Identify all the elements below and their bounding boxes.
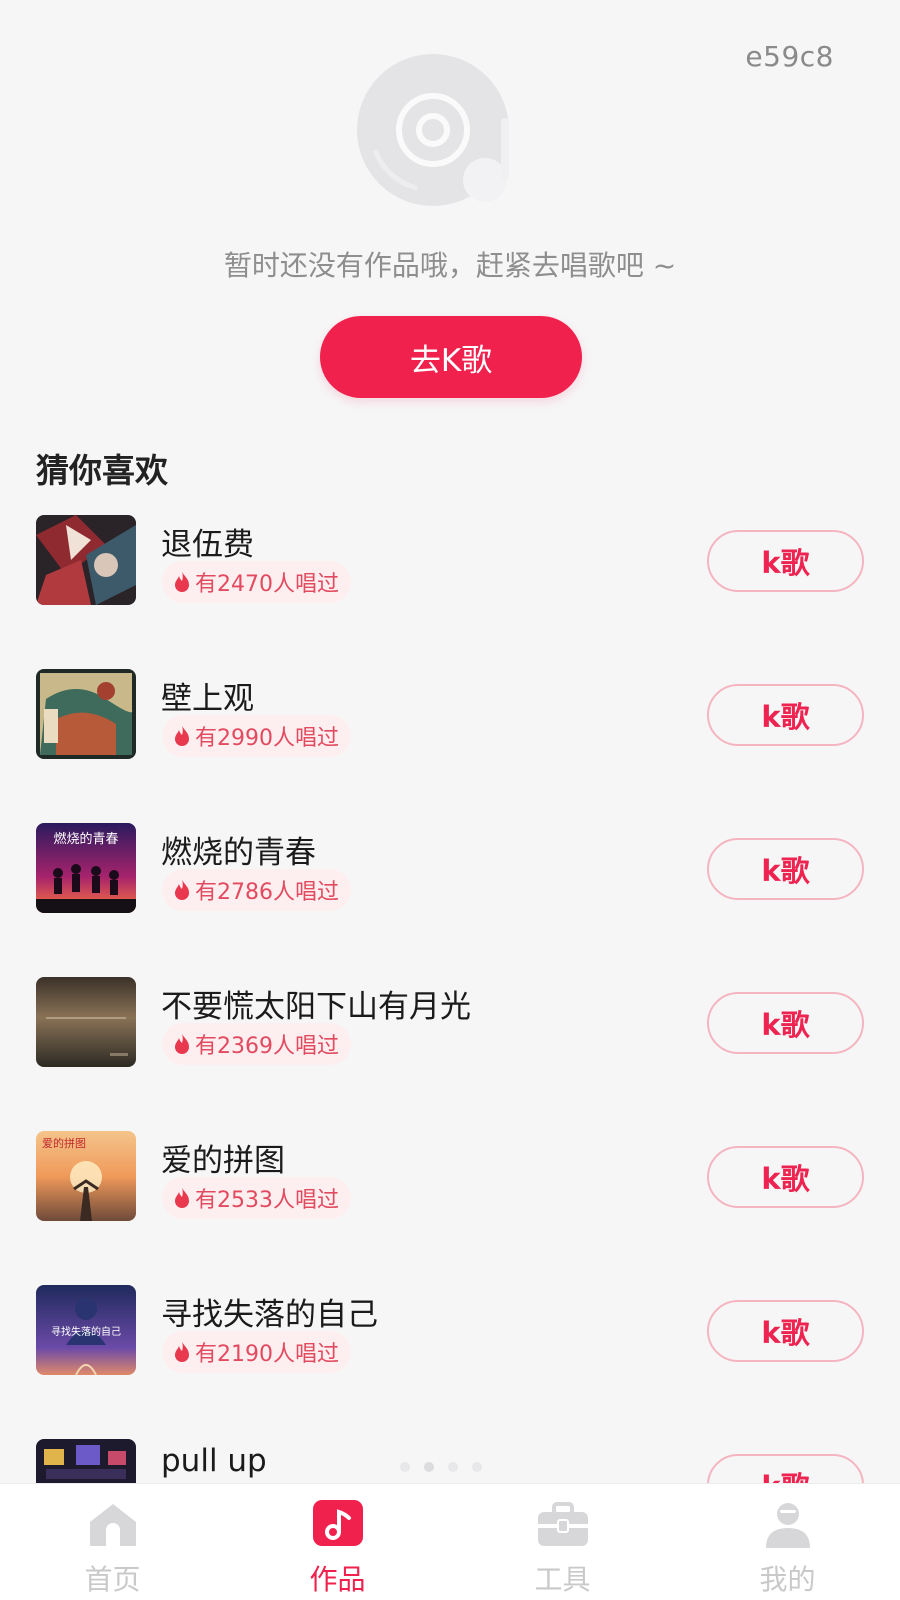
tab-label: 首页 (84, 1563, 141, 1596)
sung-count: 有2190人唱过 (195, 1342, 339, 1367)
song-row[interactable]: 寻找失落的自己 寻找失落的自己 有2190人唱过 k歌 (0, 1285, 900, 1439)
section-title-recommend: 猜你喜欢 (36, 451, 168, 490)
sung-count: 有2369人唱过 (195, 1034, 339, 1059)
sung-count-badge: 有2470人唱过 (162, 561, 351, 603)
ksong-button[interactable]: k歌 (707, 992, 864, 1054)
song-row[interactable]: 爱的拼图 爱的拼图 有2533人唱过 k歌 (0, 1131, 900, 1285)
song-title: 壁上观 (161, 681, 254, 717)
song-row[interactable]: 燃烧的青春 燃烧的青春 有2786人唱过 k歌 (0, 823, 900, 977)
tab-label: 作品 (309, 1563, 366, 1596)
song-cover[interactable] (36, 669, 136, 759)
song-row[interactable]: 壁上观 有2990人唱过 k歌 (0, 669, 900, 823)
page-dot (472, 1462, 482, 1472)
sung-count: 有2533人唱过 (195, 1188, 339, 1213)
sung-count: 有2786人唱过 (195, 880, 339, 905)
fire-icon (175, 880, 189, 900)
ksong-button[interactable]: k歌 (707, 1146, 864, 1208)
fire-icon (175, 572, 189, 592)
sung-count-badge: 有2990人唱过 (162, 715, 351, 757)
song-title: pull up (161, 1443, 267, 1479)
song-row[interactable]: 不要慌太阳下山有月光 有2369人唱过 k歌 (0, 977, 900, 1131)
ksong-button[interactable]: k歌 (707, 684, 864, 746)
cover-text: 燃烧的青春 (53, 831, 118, 847)
song-title: 退伍费 (161, 527, 254, 563)
song-title: 燃烧的青春 (161, 835, 316, 871)
cover-text: 爱的拼图 (42, 1136, 86, 1150)
sung-count: 有2990人唱过 (195, 726, 339, 751)
song-cover[interactable]: 燃烧的青春 (36, 823, 136, 913)
page-dot-active (424, 1462, 434, 1472)
toolbox-icon (537, 1502, 588, 1546)
fire-icon (175, 1342, 189, 1362)
page-dot (400, 1462, 410, 1472)
cover-text: 寻找失落的自己 (51, 1325, 121, 1338)
fire-icon (175, 726, 189, 746)
sung-count-badge: 有2369人唱过 (162, 1023, 351, 1065)
song-cover[interactable]: 爱的拼图 (36, 1131, 136, 1221)
sung-count-badge: 有2533人唱过 (162, 1177, 351, 1219)
tab-home[interactable]: 首页 (0, 1484, 225, 1600)
user-icon (765, 1503, 810, 1548)
tab-label: 我的 (759, 1563, 816, 1596)
song-cover[interactable] (36, 515, 136, 605)
tab-label: 工具 (534, 1563, 591, 1596)
song-cover[interactable] (36, 977, 136, 1067)
ksong-button[interactable]: k歌 (707, 838, 864, 900)
song-title: 不要慌太阳下山有月光 (161, 989, 471, 1025)
page-indicator (400, 1462, 482, 1472)
page-dot (448, 1462, 458, 1472)
fire-icon (175, 1034, 189, 1054)
tab-tools[interactable]: 工具 (450, 1484, 675, 1600)
fire-icon (175, 1188, 189, 1208)
home-icon (89, 1504, 136, 1546)
empty-disc-icon (355, 52, 545, 212)
bottom-tab-bar: 首页 作品 工具 我的 (0, 1483, 900, 1600)
music-note-icon (312, 1500, 363, 1546)
sung-count: 有2470人唱过 (195, 572, 339, 597)
device-id: e59c8 (745, 40, 834, 73)
empty-state-message: 暂时还没有作品哦，赶紧去唱歌吧 ~ (223, 249, 677, 282)
ksong-button[interactable]: k歌 (707, 1300, 864, 1362)
go-ksong-button[interactable]: 去K歌 (320, 316, 582, 398)
song-list: 退伍费 有2470人唱过 k歌 壁上观 有2990人唱过 k歌 燃烧的青春 燃烧… (0, 515, 900, 1593)
tab-works[interactable]: 作品 (225, 1484, 450, 1600)
song-title: 寻找失落的自己 (161, 1297, 378, 1333)
ksong-button[interactable]: k歌 (707, 530, 864, 592)
sung-count-badge: 有2786人唱过 (162, 869, 351, 911)
song-title: 爱的拼图 (161, 1143, 285, 1179)
song-row[interactable]: 退伍费 有2470人唱过 k歌 (0, 515, 900, 669)
song-cover[interactable]: 寻找失落的自己 (36, 1285, 136, 1375)
tab-mine[interactable]: 我的 (675, 1484, 900, 1600)
sung-count-badge: 有2190人唱过 (162, 1331, 351, 1373)
